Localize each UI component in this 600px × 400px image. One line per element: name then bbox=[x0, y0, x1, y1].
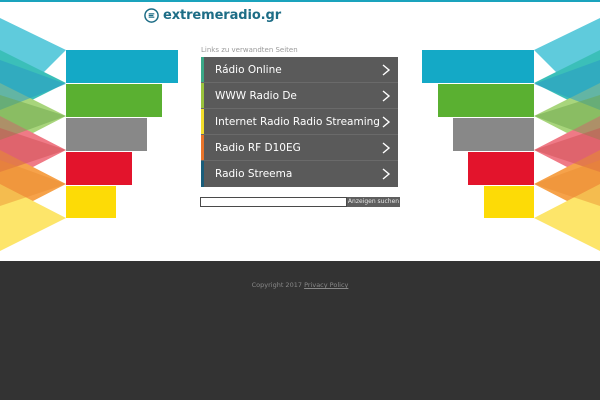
link-label: Radio RF D10EG bbox=[215, 141, 301, 154]
link-label: Rádio Online bbox=[215, 63, 282, 76]
left-stripe-yellow bbox=[66, 186, 116, 218]
copyright-text: Copyright 2017 bbox=[251, 281, 302, 289]
chevron-right-icon bbox=[382, 142, 391, 154]
link-accent-bar bbox=[201, 135, 204, 160]
link-accent-bar bbox=[201, 83, 204, 108]
chevron-right-icon bbox=[382, 64, 391, 76]
search-bar: Anzeigen suchen bbox=[200, 197, 400, 207]
chevron-right-icon bbox=[382, 90, 391, 102]
left-stripe-cyan bbox=[66, 50, 178, 83]
related-link-internet-radio-streaming[interactable]: Internet Radio Radio Streaming bbox=[201, 109, 398, 135]
link-label: Radio Streema bbox=[215, 168, 293, 180]
link-label: WWW Radio De bbox=[215, 89, 297, 102]
privacy-policy-link[interactable]: Privacy Policy bbox=[304, 281, 348, 289]
related-link-www-radio-de[interactable]: WWW Radio De bbox=[201, 83, 398, 109]
related-links-list: Rádio Online WWW Radio De Internet Radio… bbox=[201, 57, 398, 187]
right-stripe-yellow bbox=[484, 186, 534, 218]
link-label: Internet Radio Radio Streaming bbox=[215, 115, 380, 128]
right-stripe-green bbox=[438, 84, 534, 117]
related-link-radio-online[interactable]: Rádio Online bbox=[201, 57, 398, 83]
chevron-right-icon bbox=[382, 116, 391, 128]
link-accent-bar bbox=[201, 161, 204, 187]
right-stripe-red bbox=[468, 152, 534, 185]
search-input[interactable] bbox=[200, 197, 347, 207]
left-stripe-gray bbox=[66, 118, 147, 151]
link-accent-bar bbox=[201, 57, 204, 82]
right-stripe-gray bbox=[453, 118, 534, 151]
right-stripe-cyan bbox=[422, 50, 534, 83]
left-stripe-green bbox=[66, 84, 162, 117]
related-link-radio-rf-d10eg[interactable]: Radio RF D10EG bbox=[201, 135, 398, 161]
left-stripe-red bbox=[66, 152, 132, 185]
logo-text: extremeradio.gr bbox=[163, 7, 282, 23]
page-footer: Copyright 2017 Privacy Policy bbox=[0, 261, 600, 400]
right-decorative-stripes bbox=[422, 18, 600, 251]
left-decorative-stripes bbox=[0, 18, 178, 251]
link-accent-bar bbox=[201, 109, 204, 134]
footer-copyright-line: Copyright 2017 Privacy Policy bbox=[0, 281, 600, 289]
search-ads-button[interactable]: Anzeigen suchen bbox=[347, 197, 400, 207]
related-link-radio-streema[interactable]: Radio Streema bbox=[201, 161, 398, 187]
related-links-caption: Links zu verwandten Seiten bbox=[201, 46, 298, 54]
chevron-right-icon bbox=[382, 168, 391, 180]
